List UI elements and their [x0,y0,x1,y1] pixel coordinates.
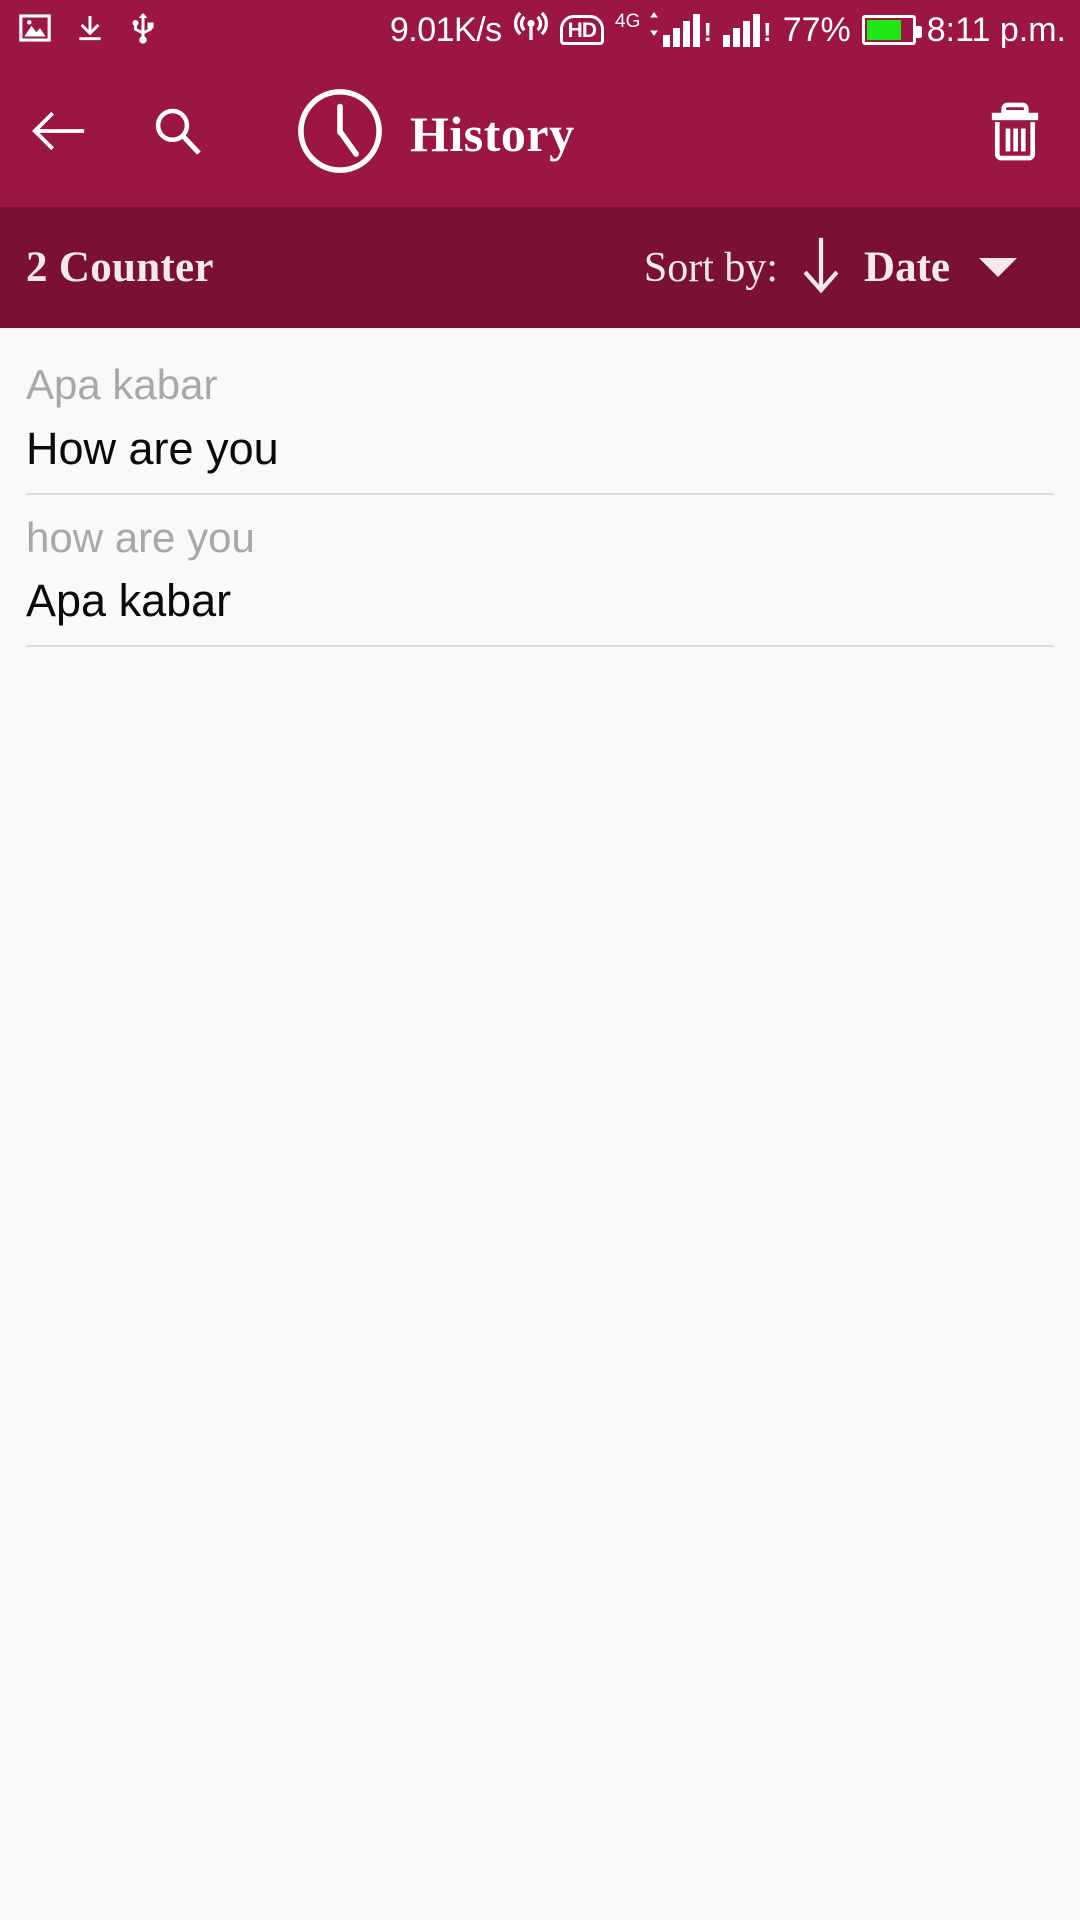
sort-by-label: Sort by: [643,244,779,291]
app-bar: History [0,60,1080,207]
history-item-target-text: How are you [26,422,279,474]
history-item-source-text: Apa kabar [26,361,218,408]
status-bar-left-icons [18,10,158,51]
history-item-target-text: Apa kabar [26,575,232,627]
data-transfer-icon [648,12,660,36]
history-item-source-text: how are you [26,513,255,561]
search-button[interactable] [140,97,214,171]
hd-icon: HD [559,15,604,45]
network-speed-label: 9.01K/s [389,10,502,49]
image-icon [18,11,52,50]
battery-percent-label: 77% [782,10,851,49]
sim1-alert-icon: ! [703,17,713,47]
search-icon [150,104,204,163]
delete-all-button[interactable] [978,97,1052,171]
sim1-signal-icon: ! [648,12,713,47]
trash-icon [985,99,1045,168]
arrow-down-icon [799,236,843,299]
signal-bars-icon [723,13,761,47]
sim2-signal-icon: ! [723,13,772,47]
history-item[interactable]: Apa kabar How are you [0,342,1080,495]
page-title: History [410,105,575,162]
chevron-down-icon [979,258,1017,277]
clock-icon [294,85,386,182]
sim2-alert-icon: ! [763,17,772,47]
download-icon [74,11,106,50]
history-list: Apa kabar How are you how are you Apa ka… [0,328,1080,648]
app-bar-title-group: History [294,85,575,182]
sort-control[interactable]: Sort by: Date [644,236,1046,299]
sort-bar: 2 Counter Sort by: Date [0,207,1080,328]
status-bar: 9.01K/s HD 4G ! ! 77% 8:11 p.m. [0,0,1080,60]
back-arrow-icon [30,107,88,160]
status-bar-right-icons: 9.01K/s HD 4G ! ! 77% 8:11 p.m. [390,10,1066,51]
sort-direction-button[interactable] [778,236,864,299]
back-button[interactable] [22,97,96,171]
list-divider [26,645,1054,648]
sort-dropdown-button[interactable] [950,258,1046,277]
battery-icon [861,15,922,45]
history-item[interactable]: how are you Apa kabar [0,495,1080,648]
usb-icon [128,10,158,51]
signal-bars-icon [663,13,701,47]
network-generation-label: 4G [615,10,641,32]
history-counter-label: 2 Counter [26,244,214,291]
sort-value-label[interactable]: Date [864,243,950,292]
hotspot-icon [513,10,549,51]
status-bar-clock: 8:11 p.m. [926,10,1066,49]
